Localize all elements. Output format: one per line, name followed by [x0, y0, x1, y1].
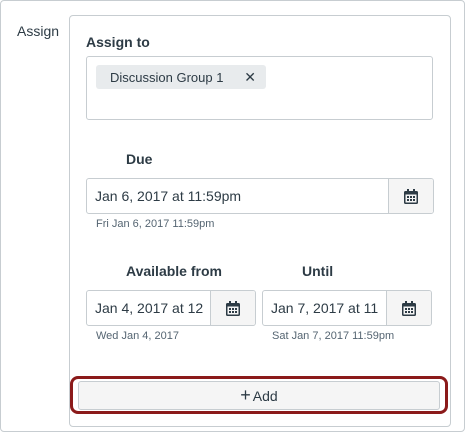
available-from-input[interactable]: Jan 4, 2017 at 12: [87, 291, 210, 325]
assignee-tag-label: Discussion Group 1: [110, 69, 224, 85]
assign-to-field[interactable]: Discussion Group 1 ✕: [86, 56, 433, 120]
add-button[interactable]: + Add: [78, 381, 440, 410]
close-icon[interactable]: ✕: [244, 69, 256, 86]
until-label: Until: [302, 263, 334, 279]
plus-icon: +: [240, 384, 251, 405]
calendar-icon: [226, 300, 240, 316]
due-date-input[interactable]: Jan 6, 2017 at 11:59pm: [87, 179, 388, 213]
due-date-field: Jan 6, 2017 at 11:59pm: [86, 178, 434, 214]
due-calendar-button[interactable]: [388, 179, 433, 213]
assignee-tag: Discussion Group 1 ✕: [96, 65, 266, 89]
calendar-icon: [402, 300, 416, 316]
due-date-helper: Fri Jan 6, 2017 11:59pm: [96, 218, 215, 230]
available-from-field: Jan 4, 2017 at 12: [86, 290, 256, 326]
available-from-helper: Wed Jan 4, 2017: [96, 330, 179, 342]
calendar-icon: [404, 188, 418, 204]
until-calendar-button[interactable]: [386, 291, 431, 325]
assign-to-heading: Assign to: [86, 34, 150, 50]
add-button-label: Add: [252, 387, 278, 404]
until-helper: Sat Jan 7, 2017 11:59pm: [272, 330, 395, 342]
due-label: Due: [126, 151, 153, 167]
available-from-calendar-button[interactable]: [210, 291, 255, 325]
until-field: Jan 7, 2017 at 11: [262, 290, 432, 326]
until-input[interactable]: Jan 7, 2017 at 11: [263, 291, 386, 325]
available-from-label: Available from: [126, 263, 222, 279]
assign-section-label: Assign: [17, 23, 60, 39]
